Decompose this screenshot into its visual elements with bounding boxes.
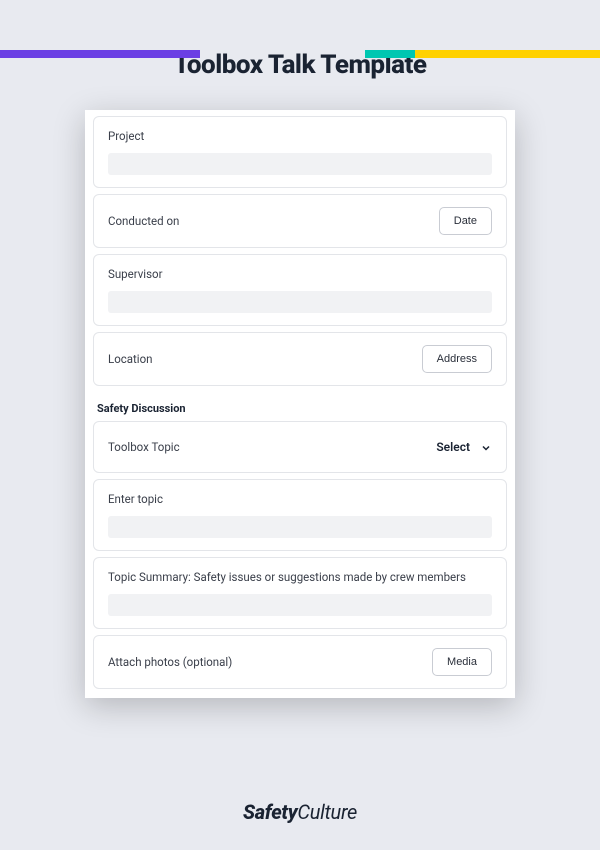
accent-teal	[365, 50, 415, 58]
project-label: Project	[108, 129, 492, 143]
media-button[interactable]: Media	[432, 648, 492, 676]
field-attach-photos: Attach photos (optional) Media	[93, 635, 507, 689]
toolbox-topic-label: Toolbox Topic	[108, 440, 180, 454]
accent-gap	[200, 50, 365, 58]
chevron-down-icon	[480, 442, 492, 454]
field-project: Project	[93, 116, 507, 188]
field-location: Location Address	[93, 332, 507, 386]
enter-topic-label: Enter topic	[108, 492, 492, 506]
topic-summary-input[interactable]	[108, 594, 492, 616]
conducted-on-label: Conducted on	[108, 214, 179, 228]
field-topic-summary: Topic Summary: Safety issues or suggesti…	[93, 557, 507, 629]
section-heading-safety-discussion: Safety Discussion	[93, 392, 507, 421]
field-supervisor: Supervisor	[93, 254, 507, 326]
select-label: Select	[436, 440, 470, 454]
date-button[interactable]: Date	[439, 207, 492, 235]
accent-purple	[0, 50, 200, 58]
location-label: Location	[108, 352, 153, 366]
field-conducted-on: Conducted on Date	[93, 194, 507, 248]
toolbox-topic-select[interactable]: Select	[436, 440, 492, 454]
supervisor-input[interactable]	[108, 291, 492, 313]
project-input[interactable]	[108, 153, 492, 175]
brand-second: Culture	[297, 800, 357, 824]
field-enter-topic: Enter topic	[93, 479, 507, 551]
attach-photos-label: Attach photos (optional)	[108, 655, 232, 669]
brand-first: Safety	[243, 800, 297, 824]
accent-yellow	[415, 50, 600, 58]
field-toolbox-topic: Toolbox Topic Select	[93, 421, 507, 473]
form-card: Project Conducted on Date Supervisor Loc…	[85, 110, 515, 698]
top-accent-bar	[0, 50, 600, 58]
brand-logo: SafetyCulture	[0, 800, 600, 824]
supervisor-label: Supervisor	[108, 267, 492, 281]
address-button[interactable]: Address	[422, 345, 492, 373]
enter-topic-input[interactable]	[108, 516, 492, 538]
topic-summary-label: Topic Summary: Safety issues or suggesti…	[108, 570, 492, 584]
